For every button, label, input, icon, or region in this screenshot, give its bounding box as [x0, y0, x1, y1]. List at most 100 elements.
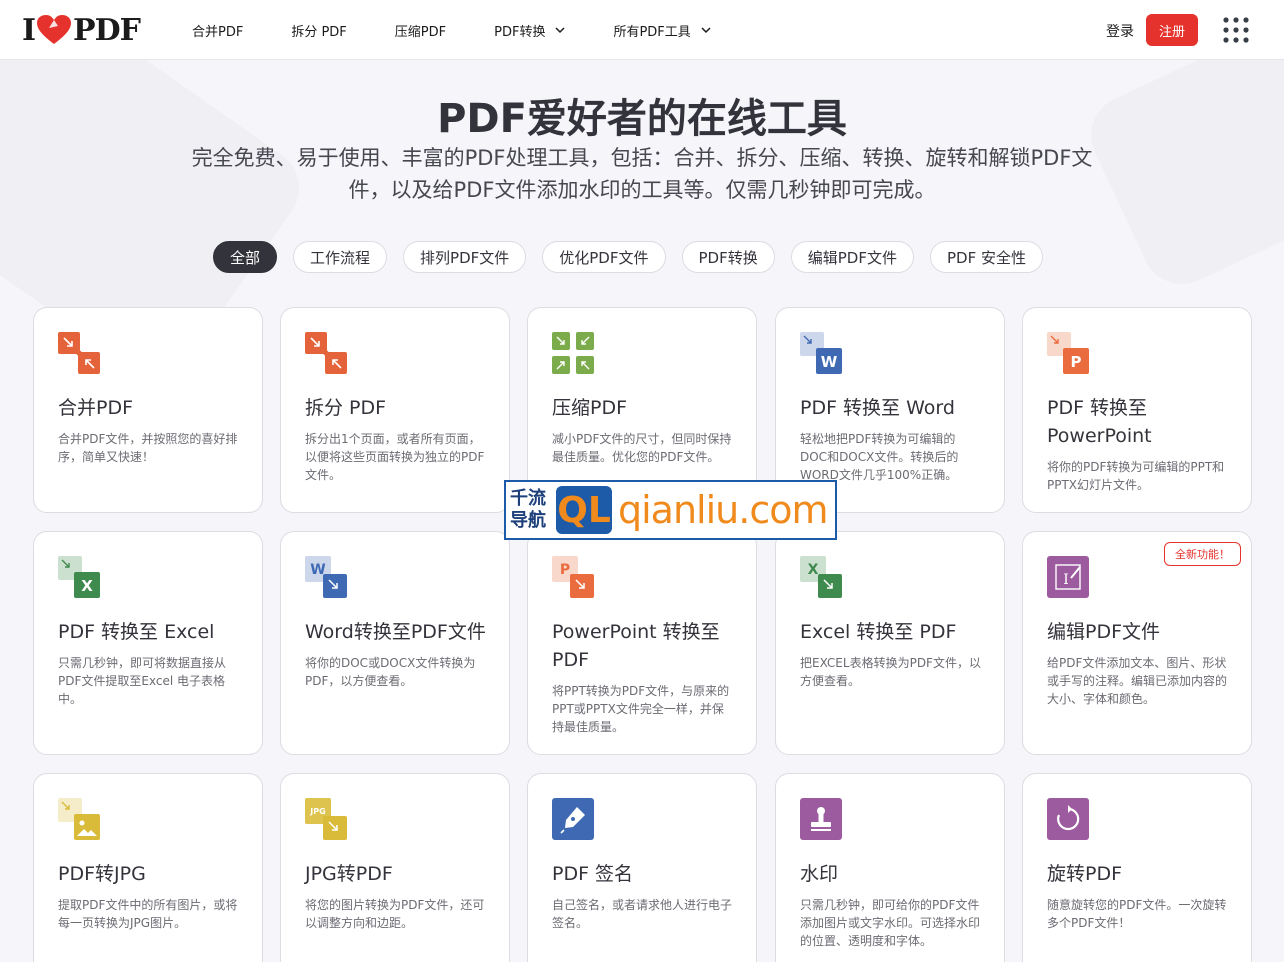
- merge-icon: [58, 332, 100, 374]
- subtitle-line-2: 件，以及给PDF文件添加水印的工具等。仅需几秒钟即可完成。: [348, 178, 936, 202]
- filter-chip-3[interactable]: 优化PDF文件: [542, 241, 666, 273]
- tool-card-ppt-to-pdf[interactable]: P PowerPoint 转换至 PDF 将PPT转换为PDF文件，与原来的PPT…: [527, 531, 757, 755]
- new-feature-badge: 全新功能！: [1164, 542, 1241, 566]
- tool-card-description: 只需几秒钟，即可将数据直接从PDF文件提取至Excel 电子表格中。: [58, 656, 227, 706]
- edit-pdf-icon: I: [1047, 556, 1089, 598]
- tool-card-title: 压缩PDF: [552, 397, 628, 419]
- tool-card-title: PDF转JPG: [58, 863, 146, 885]
- ilovepdf-logo[interactable]: I PDF: [22, 12, 141, 48]
- chevron-down-icon: [701, 27, 711, 34]
- tool-card-title: PDF 签名: [552, 863, 634, 885]
- nav-item-label: 压缩PDF: [394, 24, 447, 40]
- apps-grid-icon[interactable]: [1223, 17, 1249, 43]
- tool-card-description: 只需几秒钟，即可给你的PDF文件添加图片或文字水印。可选择水印的位置、透明度和字…: [800, 898, 981, 948]
- site-watermark: 千流 导航 QL qianliu.com: [504, 480, 837, 540]
- svg-text:W: W: [821, 353, 838, 371]
- tool-card-description: 将PPT转换为PDF文件，与原来的PPT或PPTX文件完全一样，并保持最佳质量。: [552, 684, 730, 734]
- tool-card-rotate[interactable]: 旋转PDF 随意旋转您的PDF文件。一次旋转多个PDF文件！: [1022, 773, 1252, 962]
- filter-chip-1[interactable]: 工作流程: [293, 241, 388, 273]
- ppt-to-pdf-icon: P: [552, 556, 594, 598]
- tool-card-title: PDF 转换至 Word: [800, 397, 955, 419]
- filter-chip-4[interactable]: PDF转换: [681, 241, 775, 273]
- svg-text:P: P: [560, 562, 570, 578]
- main-nav: 合并PDF 拆分 PDF 压缩PDF PDF转换 所有PDF工具: [192, 0, 759, 60]
- tool-card-title: PDF 转换至 PowerPoint: [1047, 397, 1152, 447]
- tool-card-description: 减小PDF文件的尺寸，但同时保持最佳质量。优化您的PDF文件。: [552, 432, 732, 464]
- excel-to-pdf-icon: X: [800, 556, 842, 598]
- nav-item-1[interactable]: 拆分 PDF: [291, 21, 346, 40]
- pdf-to-excel-icon: X: [58, 556, 100, 598]
- word-to-pdf-icon: W: [305, 556, 347, 598]
- pdf-to-ppt-icon: P: [1047, 332, 1089, 374]
- tool-card-pdf-to-excel[interactable]: X PDF 转换至 Excel 只需几秒钟，即可将数据直接从PDF文件提取至Exce…: [33, 531, 263, 755]
- nav-item-label: 合并PDF: [192, 24, 244, 40]
- filter-chip-0[interactable]: 全部: [213, 241, 278, 273]
- tool-card-merge[interactable]: 合并PDF 合并PDF文件，并按照您的喜好排序，简单又快速！: [33, 307, 263, 513]
- jpg-to-pdf-icon: JPG JPG: [305, 798, 347, 840]
- tool-card-title: PDF 转换至 Excel: [58, 621, 215, 643]
- top-navigation-bar: I PDF 合并PDF 拆分 PDF 压缩PDF PDF转换 所有PDF工具 登录 注册: [0, 0, 1284, 60]
- pdf-to-word-icon: W: [800, 332, 842, 374]
- watermark-cn-line-2: 导航: [510, 510, 546, 531]
- tool-card-split[interactable]: 拆分 PDF 拆分出1个页面，或者所有页面，以便将这些页面转换为独立的PDF文件。: [280, 307, 510, 513]
- tool-card-title: 水印: [800, 863, 839, 885]
- page-title: PDF爱好者的在线工具: [437, 96, 847, 142]
- tool-card-description: 自己签名，或者请求他人进行电子签名。: [552, 898, 733, 930]
- chevron-down-icon: [555, 27, 565, 34]
- subtitle-line-1: 完全免费、易于使用、丰富的PDF处理工具，包括：合并、拆分、压缩、转换、旋转和解…: [191, 146, 1093, 170]
- nav-item-3[interactable]: PDF转换: [494, 21, 565, 40]
- svg-text:I: I: [1063, 572, 1069, 588]
- tool-card-sign-pen[interactable]: PDF 签名自己签名，或者请求他人进行电子签名。: [527, 773, 757, 962]
- page-subtitle: 完全免费、易于使用、丰富的PDF处理工具，包括：合并、拆分、压缩、转换、旋转和解…: [162, 142, 1122, 206]
- signup-button[interactable]: 注册: [1146, 14, 1198, 46]
- nav-item-2[interactable]: 压缩PDF: [395, 21, 446, 40]
- tool-card-title: 拆分 PDF: [305, 397, 387, 419]
- tool-card-word-to-pdf[interactable]: W Word转换至PDF文件将你的DOC或DOCX文件转换为PDF，以方便查看。: [280, 531, 510, 755]
- tool-card-description: 提取PDF文件中的所有图片，或将每一页转换为JPG图片。: [58, 898, 238, 930]
- sign-pen-icon: [552, 798, 594, 840]
- watermark-cn-line-1: 千流: [510, 488, 546, 509]
- nav-item-label: 所有PDF工具: [613, 24, 691, 40]
- pdf-to-jpg-icon: [58, 798, 100, 840]
- filter-chip-6[interactable]: PDF 安全性: [929, 241, 1043, 273]
- tool-card-description: 合并PDF文件，并按照您的喜好排序，简单又快速！: [58, 432, 238, 464]
- nav-item-4[interactable]: 所有PDF工具: [613, 21, 711, 40]
- tool-card-description: 拆分出1个页面，或者所有页面，以便将这些页面转换为独立的PDF文件。: [305, 432, 485, 482]
- tool-card-jpg-to-pdf[interactable]: JPG JPG JPG转PDF 将您的图片转换为PDF文件，还可以调整方向和边距。: [280, 773, 510, 962]
- tool-card-title: JPG转PDF: [305, 863, 393, 885]
- compress-icon: [552, 332, 594, 374]
- tool-card-watermark-stamp[interactable]: 水印只需几秒钟，即可给你的PDF文件添加图片或文字水印。可选择水印的位置、透明度…: [775, 773, 1005, 962]
- logo-text-left: I: [22, 12, 36, 48]
- tool-card-pdf-to-ppt[interactable]: P PDF 转换至 PowerPoint 将你的PDF转换为可编辑的PPT和PPTX…: [1022, 307, 1252, 513]
- tool-card-description: 给PDF文件添加文本、图片、形状或手写的注释。编辑已添加内容的大小、字体和颜色。: [1047, 656, 1228, 706]
- watermark-stamp-icon: [800, 798, 842, 840]
- logo-text-right: PDF: [73, 12, 141, 48]
- nav-item-label: PDF转换: [494, 24, 546, 40]
- rotate-icon: [1047, 798, 1089, 840]
- tool-card-title: 合并PDF: [58, 397, 134, 419]
- svg-text:X: X: [808, 562, 819, 578]
- watermark-cn-text: 千流 导航: [510, 488, 556, 532]
- filter-chip-5[interactable]: 编辑PDF文件: [790, 241, 914, 273]
- nav-item-0[interactable]: 合并PDF: [192, 21, 243, 40]
- tool-card-description: 将您的图片转换为PDF文件，还可以调整方向和边距。: [305, 898, 485, 930]
- heart-icon: [37, 15, 72, 44]
- tool-card-title: Word转换至PDF文件: [305, 621, 486, 643]
- tool-card-title: 旋转PDF: [1047, 863, 1123, 885]
- tool-card-pdf-to-jpg[interactable]: PDF转JPG 提取PDF文件中的所有图片，或将每一页转换为JPG图片。: [33, 773, 263, 962]
- watermark-domain: qianliu.com: [618, 488, 828, 532]
- nav-item-label: 拆分 PDF: [291, 24, 347, 40]
- login-link[interactable]: 登录: [1106, 21, 1134, 41]
- watermark-badge: QL: [556, 486, 612, 534]
- svg-text:JPG: JPG: [309, 807, 325, 816]
- tool-card-description: 随意旋转您的PDF文件。一次旋转多个PDF文件！: [1047, 898, 1227, 930]
- tool-card-title: 编辑PDF文件: [1047, 621, 1161, 643]
- tool-card-edit-pdf[interactable]: I 编辑PDF文件给PDF文件添加文本、图片、形状或手写的注释。编辑已添加内容的…: [1022, 531, 1252, 755]
- tool-card-title: PowerPoint 转换至 PDF: [552, 621, 720, 671]
- tool-card-description: 将你的PDF转换为可编辑的PPT和PPTX幻灯片文件。: [1047, 460, 1225, 492]
- tool-card-description: 轻松地把PDF转换为可编辑的DOC和DOCX文件。转换后的WORD文件几乎100…: [800, 432, 959, 482]
- tool-card-excel-to-pdf[interactable]: X Excel 转换至 PDF 把EXCEL表格转换为PDF文件，以方便查看。: [775, 531, 1005, 755]
- tool-card-description: 将你的DOC或DOCX文件转换为PDF，以方便查看。: [305, 656, 476, 688]
- filter-chip-2[interactable]: 排列PDF文件: [403, 241, 527, 273]
- tool-card-title: Excel 转换至 PDF: [800, 621, 957, 643]
